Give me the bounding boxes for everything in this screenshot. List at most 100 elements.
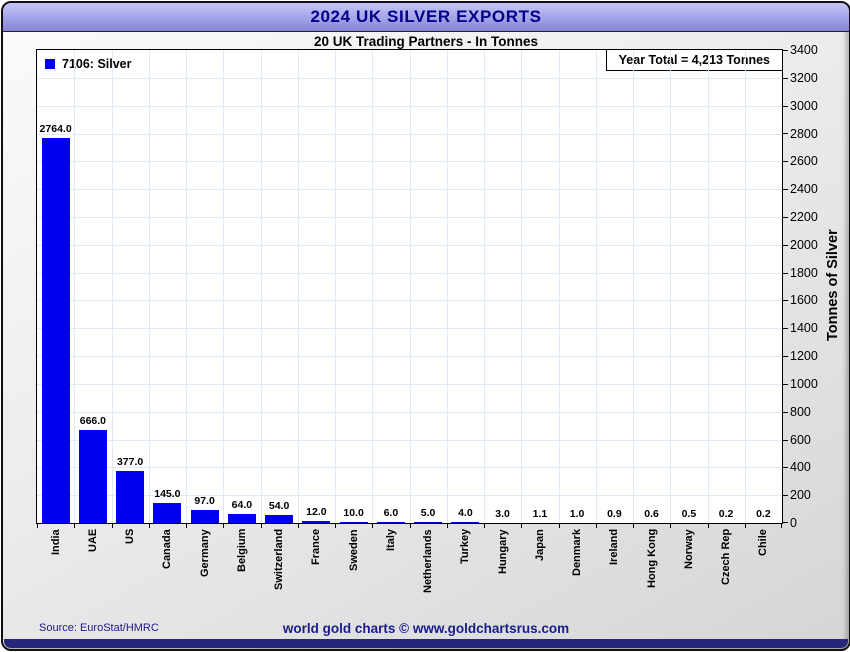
x-axis-tick bbox=[521, 523, 522, 528]
bar-value-label: 377.0 bbox=[116, 456, 144, 468]
y-axis-tick bbox=[782, 245, 788, 246]
v-gridline bbox=[670, 50, 672, 523]
bar-value-label: 666.0 bbox=[79, 415, 107, 427]
x-axis-label: Norway bbox=[682, 529, 695, 569]
x-axis-label: Hungary bbox=[496, 529, 509, 574]
y-axis-title: Tonnes of Silver bbox=[825, 229, 841, 342]
y-axis-tick bbox=[782, 495, 788, 496]
x-axis-tick bbox=[149, 523, 150, 528]
y-axis-tick bbox=[782, 50, 788, 51]
x-axis-tick bbox=[37, 523, 38, 528]
x-axis-label: Turkey bbox=[459, 529, 472, 565]
x-axis-tick bbox=[596, 523, 597, 528]
x-axis-label: Germany bbox=[198, 529, 211, 577]
y-axis-tick bbox=[782, 384, 788, 385]
x-axis-label: Chile bbox=[757, 529, 770, 556]
x-axis-label: Hong Kong bbox=[645, 529, 658, 589]
x-axis-tick bbox=[112, 523, 113, 528]
bar bbox=[339, 522, 368, 523]
v-gridline bbox=[707, 50, 709, 523]
chart-subtitle: 20 UK Trading Partners - In Tonnes bbox=[313, 33, 539, 49]
x-axis-label: Netherlands bbox=[422, 529, 435, 593]
v-gridline bbox=[521, 50, 523, 523]
x-axis-label: Czech Rep bbox=[720, 529, 733, 586]
y-axis-tick bbox=[782, 133, 788, 134]
y-axis-tick bbox=[782, 106, 788, 107]
x-axis-tick bbox=[372, 523, 373, 528]
y-axis-tick bbox=[782, 78, 788, 79]
x-axis-tick bbox=[298, 523, 299, 528]
v-gridline bbox=[372, 50, 374, 523]
bar bbox=[451, 522, 480, 523]
x-axis-tick bbox=[781, 523, 782, 528]
x-axis-label: India bbox=[49, 529, 62, 555]
v-gridline bbox=[446, 50, 448, 523]
v-gridline bbox=[297, 50, 299, 523]
x-axis-tick bbox=[484, 523, 485, 528]
y-axis-tick bbox=[782, 412, 788, 413]
v-gridline bbox=[111, 50, 113, 523]
legend-swatch-icon bbox=[45, 59, 55, 69]
bar bbox=[227, 514, 256, 523]
v-gridline bbox=[409, 50, 411, 523]
y-axis-tick bbox=[782, 161, 788, 162]
x-axis-tick bbox=[410, 523, 411, 528]
v-gridline bbox=[335, 50, 336, 523]
plot-area: 7106: Silver Year Total = 4,213 Tonnes 2… bbox=[36, 43, 818, 593]
v-gridline bbox=[223, 50, 225, 523]
y-axis-tick bbox=[782, 467, 788, 468]
v-gridline bbox=[260, 50, 262, 523]
x-axis-tick bbox=[447, 523, 448, 528]
x-axis-label: Switzerland bbox=[273, 529, 286, 591]
x-axis-tick bbox=[335, 523, 336, 528]
x-axis-label: Sweden bbox=[347, 529, 360, 571]
y-axis-tick bbox=[782, 440, 788, 441]
x-axis-tick bbox=[261, 523, 262, 528]
x-axis-tick bbox=[745, 523, 746, 528]
x-axis-label: France bbox=[310, 529, 323, 566]
y-axis-tick bbox=[782, 522, 788, 523]
bar bbox=[41, 138, 70, 523]
x-axis-tick bbox=[708, 523, 709, 528]
y-axis-tick bbox=[782, 300, 788, 301]
bar bbox=[78, 430, 107, 523]
v-gridline bbox=[633, 50, 634, 523]
v-gridline bbox=[744, 50, 746, 523]
x-axis-label: Canada bbox=[161, 529, 174, 569]
chart-title-bar: 2024 UK SILVER EXPORTS bbox=[3, 3, 849, 32]
x-axis-label: Japan bbox=[533, 529, 546, 561]
x-axis-tick bbox=[223, 523, 224, 528]
legend-label: 7106: Silver bbox=[62, 57, 132, 71]
x-axis-label: Denmark bbox=[571, 529, 584, 577]
x-axis-tick bbox=[559, 523, 560, 528]
y-axis-tick bbox=[782, 273, 788, 274]
bar-value-label: 2764.0 bbox=[39, 123, 72, 135]
x-axis-tick bbox=[633, 523, 634, 528]
footer-credit: world gold charts © www.goldchartsrus.co… bbox=[282, 621, 570, 636]
bar bbox=[414, 522, 443, 523]
x-axis-label: Italy bbox=[384, 529, 397, 552]
v-gridline bbox=[484, 50, 485, 523]
bar bbox=[302, 521, 331, 523]
v-gridline bbox=[595, 50, 597, 523]
y-axis-tick bbox=[782, 356, 788, 357]
y-axis-tick bbox=[782, 328, 788, 329]
x-axis-tick bbox=[670, 523, 671, 528]
bar-value-label: 0.2 bbox=[756, 508, 771, 520]
v-gridline bbox=[148, 50, 150, 523]
x-axis-label: Ireland bbox=[608, 529, 621, 566]
x-axis-tick bbox=[186, 523, 187, 528]
v-gridline bbox=[74, 50, 76, 523]
x-axis-label: US bbox=[124, 529, 137, 545]
legend: 7106: Silver bbox=[45, 57, 132, 71]
x-axis-label: Belgium bbox=[235, 529, 248, 573]
x-axis-tick bbox=[74, 523, 75, 528]
bar bbox=[376, 522, 405, 523]
v-gridline bbox=[186, 50, 187, 523]
x-axis-label: UAE bbox=[86, 529, 99, 553]
chart-card: 2024 UK SILVER EXPORTS 20 UK Trading Par… bbox=[1, 1, 850, 651]
bottom-accent-strip bbox=[4, 639, 848, 648]
y-axis-tick bbox=[782, 189, 788, 190]
v-gridline bbox=[558, 50, 560, 523]
chart-title: 2024 UK SILVER EXPORTS bbox=[310, 7, 542, 26]
